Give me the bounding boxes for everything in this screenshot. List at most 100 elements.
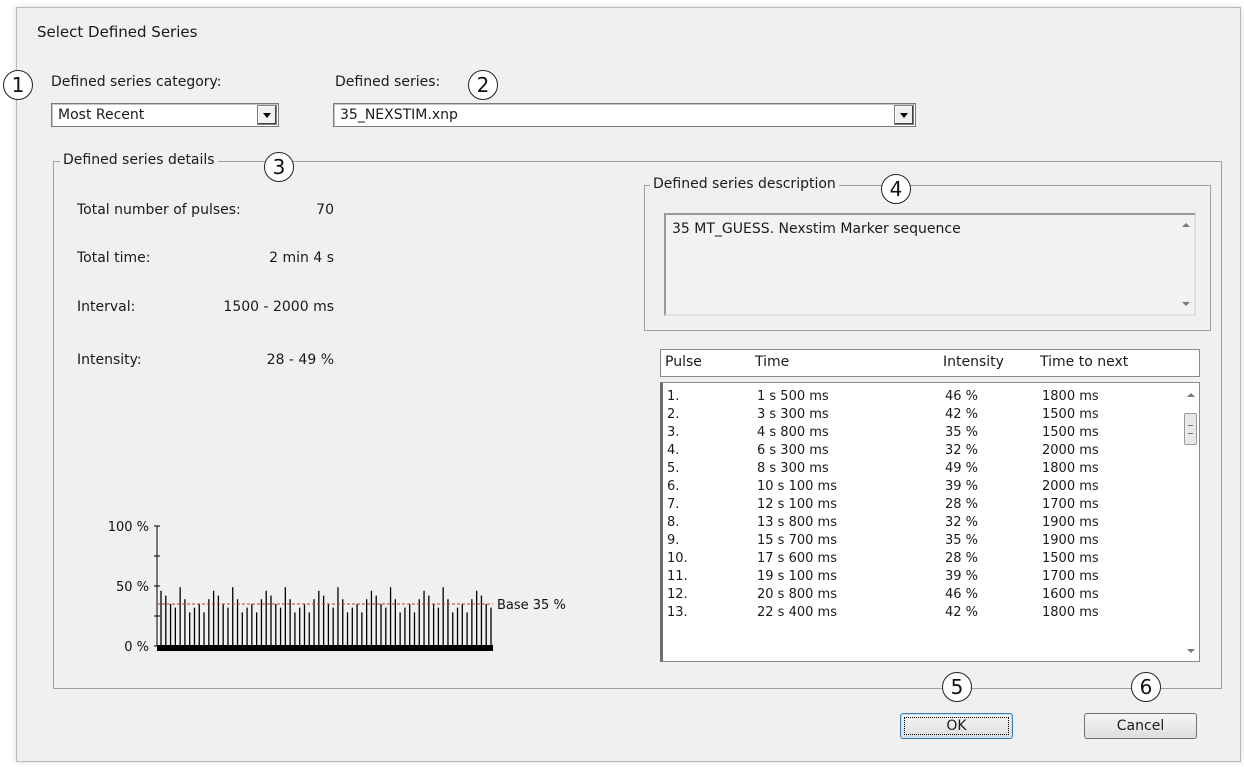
cell-time: 3 s 300 ms xyxy=(757,407,829,422)
description-text: 35 MT_GUESS. Nexstim Marker sequence xyxy=(672,221,961,237)
table-row[interactable]: 7. 12 s 100 ms 28 % 1700 ms xyxy=(663,497,1173,515)
category-dropdown[interactable]: Most Recent xyxy=(51,103,279,127)
cell-time-to-next: 1800 ms xyxy=(1042,389,1099,404)
cell-time-to-next: 1500 ms xyxy=(1042,425,1099,440)
cell-pulse: 9. xyxy=(667,533,680,548)
cell-time-to-next: 2000 ms xyxy=(1042,479,1099,494)
pulse-table-body[interactable]: 13. 22 s 400 ms 42 % 1800 ms 12. 20 s 800 ms 4… xyxy=(660,382,1200,662)
cell-time-to-next: 1500 ms xyxy=(1042,407,1099,422)
table-row[interactable]: 13. 22 s 400 ms 42 % 1800 ms xyxy=(663,605,1173,623)
cell-time-to-next: 1700 ms xyxy=(1042,497,1099,512)
cell-time: 10 s 100 ms xyxy=(757,479,837,494)
column-header-pulse[interactable]: Pulse xyxy=(665,354,702,370)
pulse-table-header: Pulse Time Intensity Time to next xyxy=(660,349,1200,377)
ok-button[interactable]: OK xyxy=(900,713,1013,739)
cell-intensity: 32 % xyxy=(945,443,979,458)
series-dropdown[interactable]: 35_NEXSTIM.xnp xyxy=(333,103,916,127)
stat-label: Interval: xyxy=(77,299,136,315)
cell-intensity: 28 % xyxy=(945,551,979,566)
cell-time: 22 s 400 ms xyxy=(757,605,837,620)
cancel-button[interactable]: Cancel xyxy=(1084,713,1197,739)
callout-6: 6 xyxy=(1131,672,1161,702)
cell-time: 8 s 300 ms xyxy=(757,461,829,476)
table-row[interactable]: 9. 15 s 700 ms 35 % 1900 ms xyxy=(663,533,1173,551)
cell-pulse: 2. xyxy=(667,407,680,422)
cell-pulse: 10. xyxy=(667,551,688,566)
callout-5: 5 xyxy=(942,672,972,702)
cell-time: 15 s 700 ms xyxy=(757,533,837,548)
table-row[interactable]: 5. 8 s 300 ms 49 % 1800 ms xyxy=(663,461,1173,479)
cell-pulse: 11. xyxy=(667,569,688,584)
column-header-time[interactable]: Time xyxy=(755,354,789,370)
cell-intensity: 39 % xyxy=(945,569,979,584)
cell-time-to-next: 1700 ms xyxy=(1042,569,1099,584)
cell-intensity: 32 % xyxy=(945,515,979,530)
category-value: Most Recent xyxy=(58,107,145,123)
scroll-up-icon[interactable] xyxy=(1182,223,1190,227)
callout-4: 4 xyxy=(881,174,911,204)
chevron-down-icon[interactable] xyxy=(257,105,277,125)
callout-1: 1 xyxy=(3,70,33,100)
cell-time: 17 s 600 ms xyxy=(757,551,837,566)
pulse-table-scrollbar[interactable] xyxy=(1182,383,1199,661)
scroll-down-icon[interactable] xyxy=(1187,649,1195,653)
focus-ring xyxy=(904,717,1009,735)
cell-intensity: 35 % xyxy=(945,425,979,440)
details-legend: Defined series details xyxy=(60,152,218,168)
stat-value: 2 min 4 s xyxy=(269,250,334,266)
table-row[interactable]: 3. 4 s 800 ms 35 % 1500 ms xyxy=(663,425,1173,443)
chevron-down-icon[interactable] xyxy=(894,105,914,125)
cell-time-to-next: 2000 ms xyxy=(1042,443,1099,458)
cell-time-to-next: 1800 ms xyxy=(1042,461,1099,476)
table-row[interactable]: 8. 13 s 800 ms 32 % 1900 ms xyxy=(663,515,1173,533)
y-tick-label: 50 % xyxy=(116,580,149,595)
cell-pulse: 8. xyxy=(667,515,680,530)
description-scrollbar[interactable] xyxy=(1177,215,1194,314)
stat-label: Intensity: xyxy=(77,352,142,368)
cell-time: 20 s 800 ms xyxy=(757,587,837,602)
scroll-down-icon[interactable] xyxy=(1182,302,1190,306)
cell-intensity: 39 % xyxy=(945,479,979,494)
cell-pulse: 4. xyxy=(667,443,680,458)
series-value: 35_NEXSTIM.xnp xyxy=(340,107,458,123)
pulse-intensity-chart: 100 % 50 % 0 % Base 35 % xyxy=(108,520,566,655)
description-legend: Defined series description xyxy=(650,176,839,192)
cancel-button-label: Cancel xyxy=(1116,718,1165,734)
callout-2: 2 xyxy=(468,70,498,100)
table-row[interactable]: 10. 17 s 600 ms 28 % 1500 ms xyxy=(663,551,1173,569)
table-row[interactable]: 1. 1 s 500 ms 46 % 1800 ms xyxy=(663,389,1173,407)
column-header-intensity[interactable]: Intensity xyxy=(943,354,1004,370)
table-row[interactable]: 2. 3 s 300 ms 42 % 1500 ms xyxy=(663,407,1173,425)
table-row[interactable]: 4. 6 s 300 ms 32 % 2000 ms xyxy=(663,443,1173,461)
cell-time: 1 s 500 ms xyxy=(757,389,829,404)
table-row[interactable]: 6. 10 s 100 ms 39 % 2000 ms xyxy=(663,479,1173,497)
scroll-up-icon[interactable] xyxy=(1187,393,1195,397)
series-label: Defined series: xyxy=(335,74,441,90)
cell-pulse: 3. xyxy=(667,425,680,440)
stat-label: Total number of pulses: xyxy=(77,202,241,218)
cell-pulse: 12. xyxy=(667,587,688,602)
timeline-base xyxy=(157,645,493,651)
cell-time-to-next: 1800 ms xyxy=(1042,605,1099,620)
stat-value: 28 - 49 % xyxy=(266,352,334,368)
stat-value: 1500 - 2000 ms xyxy=(223,299,334,315)
cell-pulse: 6. xyxy=(667,479,680,494)
table-row[interactable]: 11. 19 s 100 ms 39 % 1700 ms xyxy=(663,569,1173,587)
cell-intensity: 42 % xyxy=(945,407,979,422)
table-row[interactable]: 12. 20 s 800 ms 46 % 1600 ms xyxy=(663,587,1173,605)
column-header-time-to-next[interactable]: Time to next xyxy=(1040,354,1128,370)
cell-pulse: 13. xyxy=(667,605,688,620)
cell-pulse: 5. xyxy=(667,461,680,476)
cell-time-to-next: 1900 ms xyxy=(1042,515,1099,530)
select-defined-series-dialog: Select Defined Series Defined series cat… xyxy=(16,7,1241,762)
y-tick-label: 0 % xyxy=(124,640,149,655)
description-textarea[interactable]: 35 MT_GUESS. Nexstim Marker sequence xyxy=(664,213,1196,316)
cell-intensity: 28 % xyxy=(945,497,979,512)
cell-time: 19 s 100 ms xyxy=(757,569,837,584)
cell-time-to-next: 1600 ms xyxy=(1042,587,1099,602)
cell-intensity: 49 % xyxy=(945,461,979,476)
category-label: Defined series category: xyxy=(51,74,222,90)
dialog-title: Select Defined Series xyxy=(37,23,198,41)
stat-label: Total time: xyxy=(77,250,151,266)
scroll-thumb[interactable] xyxy=(1184,413,1197,445)
